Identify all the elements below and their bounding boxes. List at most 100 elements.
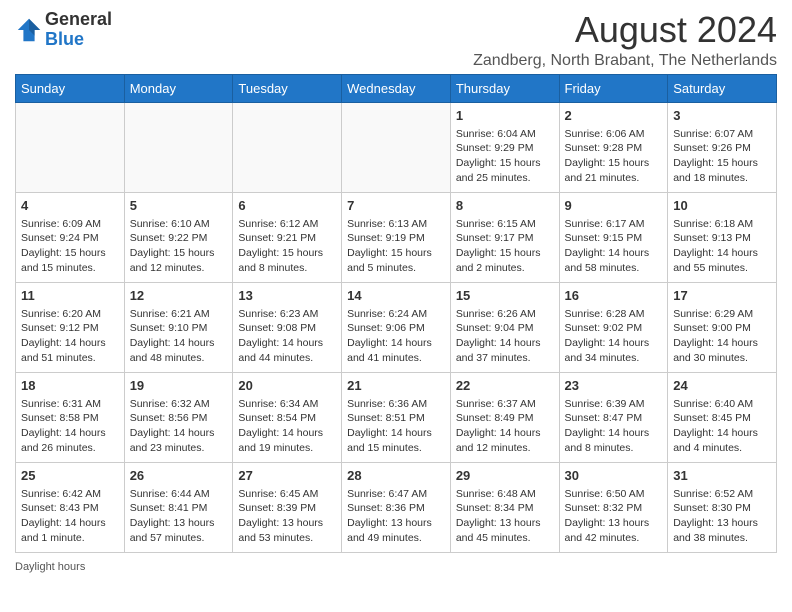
day-number: 3 bbox=[673, 107, 771, 125]
calendar-cell: 9 Sunrise: 6:17 AM Sunset: 9:15 PM Daylig… bbox=[559, 192, 668, 282]
day-number: 13 bbox=[238, 287, 336, 305]
weekday-header-row: SundayMondayTuesdayWednesdayThursdayFrid… bbox=[16, 74, 777, 102]
calendar-cell bbox=[16, 102, 125, 192]
calendar-cell: 28 Sunrise: 6:47 AM Sunset: 8:36 PM Dayli… bbox=[342, 462, 451, 552]
day-number: 26 bbox=[130, 467, 228, 485]
day-info: Sunrise: 6:40 AM Sunset: 8:45 PM Dayligh… bbox=[673, 397, 771, 456]
header: General Blue August 2024 Zandberg, North… bbox=[15, 10, 777, 70]
day-number: 9 bbox=[565, 197, 663, 215]
calendar-cell: 19Sunrise: 6:32 AM Sunset: 8:56 PM Dayli… bbox=[124, 372, 233, 462]
day-number: 15 bbox=[456, 287, 554, 305]
day-info: Sunrise: 6:39 AM Sunset: 8:47 PM Dayligh… bbox=[565, 397, 663, 456]
calendar-cell: 24 Sunrise: 6:40 AM Sunset: 8:45 PM Dayli… bbox=[668, 372, 777, 462]
day-info: Sunrise: 6:12 AM Sunset: 9:21 PM Dayligh… bbox=[238, 217, 336, 276]
day-number: 18 bbox=[21, 377, 119, 395]
location-subtitle: Zandberg, North Brabant, The Netherlands bbox=[473, 52, 777, 70]
week-row-5: 25Sunrise: 6:42 AM Sunset: 8:43 PM Dayli… bbox=[16, 462, 777, 552]
day-number: 25 bbox=[21, 467, 119, 485]
calendar-cell: 26 Sunrise: 6:44 AM Sunset: 8:41 PM Dayli… bbox=[124, 462, 233, 552]
day-info: Sunrise: 6:45 AM Sunset: 8:39 PM Dayligh… bbox=[238, 487, 336, 546]
day-number: 23 bbox=[565, 377, 663, 395]
logo-icon bbox=[15, 16, 43, 44]
day-info: Sunrise: 6:15 AM Sunset: 9:17 PM Dayligh… bbox=[456, 217, 554, 276]
day-number: 5 bbox=[130, 197, 228, 215]
calendar-cell bbox=[233, 102, 342, 192]
day-info: Sunrise: 6:47 AM Sunset: 8:36 PM Dayligh… bbox=[347, 487, 445, 546]
day-info: Sunrise: 6:07 AM Sunset: 9:26 PM Dayligh… bbox=[673, 127, 771, 186]
day-number: 19 bbox=[130, 377, 228, 395]
day-info: Sunrise: 6:34 AM Sunset: 8:54 PM Dayligh… bbox=[238, 397, 336, 456]
day-number: 12 bbox=[130, 287, 228, 305]
day-number: 24 bbox=[673, 377, 771, 395]
calendar-cell: 5 Sunrise: 6:10 AM Sunset: 9:22 PM Daylig… bbox=[124, 192, 233, 282]
day-info: Sunrise: 6:52 AM Sunset: 8:30 PM Dayligh… bbox=[673, 487, 771, 546]
day-info: Sunrise: 6:21 AM Sunset: 9:10 PM Dayligh… bbox=[130, 307, 228, 366]
week-row-4: 18Sunrise: 6:31 AM Sunset: 8:58 PM Dayli… bbox=[16, 372, 777, 462]
day-info: Sunrise: 6:50 AM Sunset: 8:32 PM Dayligh… bbox=[565, 487, 663, 546]
day-info: Sunrise: 6:10 AM Sunset: 9:22 PM Dayligh… bbox=[130, 217, 228, 276]
day-info: Sunrise: 6:18 AM Sunset: 9:13 PM Dayligh… bbox=[673, 217, 771, 276]
day-number: 14 bbox=[347, 287, 445, 305]
calendar-cell: 25Sunrise: 6:42 AM Sunset: 8:43 PM Dayli… bbox=[16, 462, 125, 552]
calendar-cell: 29 Sunrise: 6:48 AM Sunset: 8:34 PM Dayli… bbox=[450, 462, 559, 552]
week-row-2: 4Sunrise: 6:09 AM Sunset: 9:24 PM Daylig… bbox=[16, 192, 777, 282]
day-number: 17 bbox=[673, 287, 771, 305]
calendar-cell: 20 Sunrise: 6:34 AM Sunset: 8:54 PM Dayli… bbox=[233, 372, 342, 462]
day-info: Sunrise: 6:29 AM Sunset: 9:00 PM Dayligh… bbox=[673, 307, 771, 366]
day-info: Sunrise: 6:36 AM Sunset: 8:51 PM Dayligh… bbox=[347, 397, 445, 456]
calendar-cell: 4Sunrise: 6:09 AM Sunset: 9:24 PM Daylig… bbox=[16, 192, 125, 282]
day-number: 20 bbox=[238, 377, 336, 395]
logo-general-text: General bbox=[45, 10, 112, 30]
day-info: Sunrise: 6:26 AM Sunset: 9:04 PM Dayligh… bbox=[456, 307, 554, 366]
day-info: Sunrise: 6:23 AM Sunset: 9:08 PM Dayligh… bbox=[238, 307, 336, 366]
calendar-cell: 8 Sunrise: 6:15 AM Sunset: 9:17 PM Daylig… bbox=[450, 192, 559, 282]
weekday-header-tuesday: Tuesday bbox=[233, 74, 342, 102]
day-number: 8 bbox=[456, 197, 554, 215]
logo: General Blue bbox=[15, 10, 112, 50]
calendar-cell bbox=[342, 102, 451, 192]
calendar-cell: 14 Sunrise: 6:24 AM Sunset: 9:06 PM Dayli… bbox=[342, 282, 451, 372]
calendar-cell: 13 Sunrise: 6:23 AM Sunset: 9:08 PM Dayli… bbox=[233, 282, 342, 372]
day-number: 1 bbox=[456, 107, 554, 125]
calendar-cell: 18Sunrise: 6:31 AM Sunset: 8:58 PM Dayli… bbox=[16, 372, 125, 462]
calendar-cell: 1 Sunrise: 6:04 AM Sunset: 9:29 PM Daylig… bbox=[450, 102, 559, 192]
week-row-1: 1 Sunrise: 6:04 AM Sunset: 9:29 PM Daylig… bbox=[16, 102, 777, 192]
day-info: Sunrise: 6:04 AM Sunset: 9:29 PM Dayligh… bbox=[456, 127, 554, 186]
day-info: Sunrise: 6:06 AM Sunset: 9:28 PM Dayligh… bbox=[565, 127, 663, 186]
day-info: Sunrise: 6:24 AM Sunset: 9:06 PM Dayligh… bbox=[347, 307, 445, 366]
week-row-3: 11Sunrise: 6:20 AM Sunset: 9:12 PM Dayli… bbox=[16, 282, 777, 372]
day-number: 11 bbox=[21, 287, 119, 305]
calendar-cell bbox=[124, 102, 233, 192]
weekday-header-wednesday: Wednesday bbox=[342, 74, 451, 102]
daylight-label: Daylight hours bbox=[15, 561, 85, 573]
calendar-cell: 12 Sunrise: 6:21 AM Sunset: 9:10 PM Dayli… bbox=[124, 282, 233, 372]
day-info: Sunrise: 6:44 AM Sunset: 8:41 PM Dayligh… bbox=[130, 487, 228, 546]
title-area: August 2024 Zandberg, North Brabant, The… bbox=[473, 10, 777, 70]
weekday-header-sunday: Sunday bbox=[16, 74, 125, 102]
calendar-cell: 10 Sunrise: 6:18 AM Sunset: 9:13 PM Dayli… bbox=[668, 192, 777, 282]
weekday-header-monday: Monday bbox=[124, 74, 233, 102]
day-number: 31 bbox=[673, 467, 771, 485]
day-number: 16 bbox=[565, 287, 663, 305]
day-number: 10 bbox=[673, 197, 771, 215]
day-number: 29 bbox=[456, 467, 554, 485]
day-info: Sunrise: 6:37 AM Sunset: 8:49 PM Dayligh… bbox=[456, 397, 554, 456]
weekday-header-thursday: Thursday bbox=[450, 74, 559, 102]
day-number: 28 bbox=[347, 467, 445, 485]
calendar-cell: 17 Sunrise: 6:29 AM Sunset: 9:00 PM Dayli… bbox=[668, 282, 777, 372]
calendar-table: SundayMondayTuesdayWednesdayThursdayFrid… bbox=[15, 74, 777, 553]
day-number: 27 bbox=[238, 467, 336, 485]
day-number: 30 bbox=[565, 467, 663, 485]
month-year-title: August 2024 bbox=[473, 10, 777, 50]
calendar-cell: 31 Sunrise: 6:52 AM Sunset: 8:30 PM Dayli… bbox=[668, 462, 777, 552]
day-number: 7 bbox=[347, 197, 445, 215]
day-number: 6 bbox=[238, 197, 336, 215]
calendar-cell: 16Sunrise: 6:28 AM Sunset: 9:02 PM Dayli… bbox=[559, 282, 668, 372]
weekday-header-saturday: Saturday bbox=[668, 74, 777, 102]
day-info: Sunrise: 6:17 AM Sunset: 9:15 PM Dayligh… bbox=[565, 217, 663, 276]
calendar-cell: 27 Sunrise: 6:45 AM Sunset: 8:39 PM Dayli… bbox=[233, 462, 342, 552]
footer-note: Daylight hours bbox=[15, 561, 777, 573]
day-info: Sunrise: 6:48 AM Sunset: 8:34 PM Dayligh… bbox=[456, 487, 554, 546]
day-info: Sunrise: 6:09 AM Sunset: 9:24 PM Dayligh… bbox=[21, 217, 119, 276]
day-info: Sunrise: 6:13 AM Sunset: 9:19 PM Dayligh… bbox=[347, 217, 445, 276]
